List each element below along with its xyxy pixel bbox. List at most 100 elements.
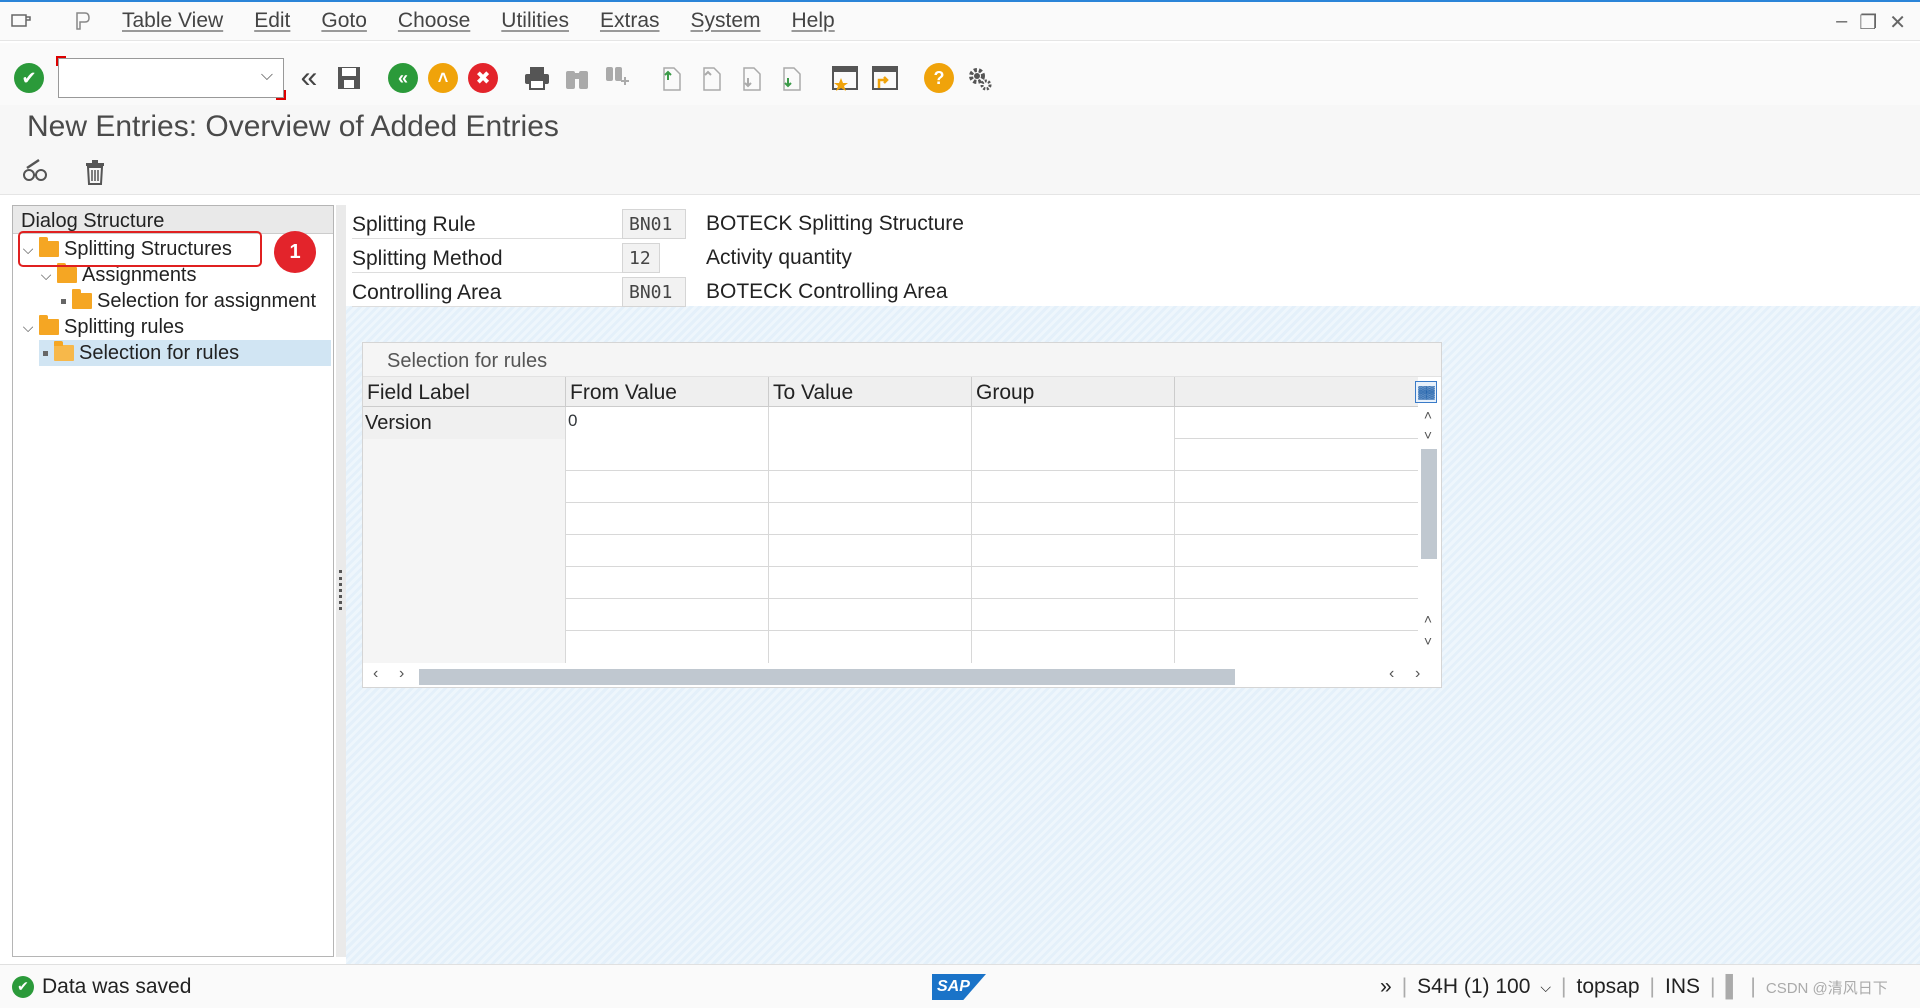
column-header-empty bbox=[1175, 377, 1418, 406]
next-page-button[interactable] bbox=[734, 61, 768, 95]
content-area: Splitting Rule BN01 BOTECK Splitting Str… bbox=[346, 196, 1920, 964]
folder-icon bbox=[57, 263, 77, 283]
scroll-up-icon[interactable]: ˄ bbox=[1419, 407, 1437, 423]
field-value[interactable]: 12 bbox=[622, 243, 660, 273]
vertical-scrollbar[interactable]: ˄ ˅ ˄ ˅ bbox=[1419, 407, 1437, 659]
field-row-splitting-method: Splitting Method 12 Activity quantity bbox=[352, 242, 852, 274]
scroll-down-icon[interactable]: ˅ bbox=[1419, 633, 1437, 649]
tree-leaf-bullet bbox=[43, 350, 48, 356]
cell-to-value-input[interactable] bbox=[769, 407, 972, 439]
enter-button[interactable]: ✔ bbox=[12, 61, 46, 95]
menu-item-help[interactable]: Help bbox=[792, 9, 835, 33]
exit-button[interactable]: ˄ bbox=[426, 61, 460, 95]
last-page-button[interactable] bbox=[774, 61, 808, 95]
double-chevron-right-icon[interactable]: » bbox=[1380, 975, 1392, 999]
column-header-group[interactable]: Group bbox=[972, 377, 1175, 406]
chevron-down-icon[interactable]: ⌵ bbox=[261, 67, 273, 85]
tree-item-selection-for-assignment[interactable]: Selection for assignment bbox=[57, 288, 316, 314]
binoculars-icon bbox=[566, 71, 588, 89]
column-header-from-value[interactable]: From Value bbox=[566, 377, 769, 406]
table-title: Selection for rules bbox=[363, 343, 1441, 377]
tree-item-label: Selection for rules bbox=[79, 341, 240, 364]
chevron-down-icon[interactable]: ⌵ bbox=[39, 267, 53, 284]
splitter-grip[interactable] bbox=[339, 570, 342, 610]
help-button[interactable]: ? bbox=[922, 61, 956, 95]
title-bar: New Entries: Overview of Added Entries bbox=[0, 105, 1920, 149]
window-controls: – ❐ ✕ bbox=[1836, 10, 1906, 35]
sap-logo: SAP bbox=[932, 974, 986, 1000]
cell-from-value-input[interactable]: 0 bbox=[566, 407, 769, 439]
panel-splitter[interactable] bbox=[336, 205, 346, 957]
menu-item-system[interactable]: System bbox=[691, 9, 761, 33]
chevron-down-icon[interactable]: ⌵ bbox=[21, 319, 35, 336]
status-bar: ✔ Data was saved SAP » | S4H (1) 100 ⌵ |… bbox=[0, 964, 1920, 1008]
first-page-button[interactable] bbox=[654, 61, 688, 95]
column-settings-button[interactable]: ▓▓ bbox=[1415, 381, 1437, 403]
host-name: topsap bbox=[1576, 975, 1640, 998]
back-button[interactable]: « bbox=[386, 61, 420, 95]
menu-item-goto[interactable]: Goto bbox=[321, 9, 367, 33]
field-value[interactable]: BN01 bbox=[622, 209, 686, 239]
standard-toolbar: ✔ ⌵ « « ˄ ✖ ? bbox=[0, 43, 1920, 113]
command-field[interactable]: ⌵ bbox=[56, 56, 286, 100]
menu-item-utilities[interactable]: Utilities bbox=[501, 9, 569, 33]
chevron-down-icon[interactable]: ⌵ bbox=[1540, 979, 1551, 996]
menu-icon[interactable] bbox=[10, 12, 32, 30]
command-input[interactable] bbox=[59, 59, 249, 95]
display-change-button[interactable] bbox=[18, 155, 52, 189]
customize-layout-button[interactable] bbox=[962, 61, 996, 95]
printer-icon bbox=[525, 67, 549, 90]
annotation-badge: 1 bbox=[274, 231, 316, 273]
close-icon[interactable]: ✕ bbox=[1889, 10, 1906, 35]
main-menu: Table View Edit Goto Choose Utilities Ex… bbox=[122, 9, 866, 33]
personalize-icon[interactable] bbox=[72, 12, 94, 30]
new-session-icon bbox=[832, 66, 858, 91]
save-button[interactable] bbox=[332, 61, 366, 95]
tree-leaf-bullet bbox=[61, 298, 66, 304]
field-description: Activity quantity bbox=[706, 246, 852, 269]
column-header-field-label[interactable]: Field Label bbox=[363, 377, 566, 406]
cell-group-input[interactable] bbox=[972, 407, 1175, 439]
field-value[interactable]: BN01 bbox=[622, 277, 686, 307]
menu-item-edit[interactable]: Edit bbox=[254, 9, 290, 33]
scroll-page-up-icon[interactable]: ˄ bbox=[1419, 611, 1437, 627]
status-message[interactable]: Data was saved bbox=[42, 975, 191, 999]
field-label: Splitting Method bbox=[352, 243, 622, 273]
menu-item-choose[interactable]: Choose bbox=[398, 9, 470, 33]
cancel-button[interactable]: ✖ bbox=[466, 61, 500, 95]
find-button[interactable] bbox=[560, 61, 594, 95]
vertical-scroll-thumb[interactable] bbox=[1421, 449, 1437, 559]
menu-item-table-view[interactable]: Table View bbox=[122, 9, 223, 33]
cancel-x-icon: ✖ bbox=[468, 63, 498, 93]
minimize-icon[interactable]: – bbox=[1836, 10, 1847, 35]
binoculars-plus-icon bbox=[606, 67, 629, 85]
field-row-controlling-area: Controlling Area BN01 BOTECK Controlling… bbox=[352, 276, 948, 308]
delete-button[interactable] bbox=[78, 155, 112, 189]
double-chevron-left-icon: « bbox=[300, 61, 318, 94]
scroll-right-icon[interactable]: › bbox=[1415, 665, 1420, 683]
menu-item-extras[interactable]: Extras bbox=[600, 9, 660, 33]
restore-icon[interactable]: ❐ bbox=[1859, 10, 1877, 35]
tree-item-selection-for-rules[interactable]: Selection for rules bbox=[39, 340, 331, 366]
shortcut-button[interactable] bbox=[868, 61, 902, 95]
print-button[interactable] bbox=[520, 61, 554, 95]
horizontal-scrollbar[interactable]: ‹ › ‹ › bbox=[363, 663, 1443, 687]
previous-page-button[interactable] bbox=[694, 61, 728, 95]
scroll-right-page-icon[interactable]: › bbox=[399, 665, 404, 683]
success-icon: ✔ bbox=[12, 975, 34, 998]
tree-item-splitting-rules[interactable]: ⌵ Splitting rules bbox=[21, 314, 184, 340]
trash-icon bbox=[86, 159, 104, 185]
scroll-left-page-icon[interactable]: ‹ bbox=[1389, 665, 1394, 683]
system-client[interactable]: S4H (1) 100 bbox=[1417, 975, 1530, 999]
scroll-page-down-icon[interactable]: ˅ bbox=[1419, 427, 1437, 443]
next-page-icon bbox=[743, 67, 761, 91]
horizontal-scroll-thumb[interactable] bbox=[419, 669, 1235, 685]
new-session-button[interactable] bbox=[828, 61, 862, 95]
scroll-left-icon[interactable]: ‹ bbox=[373, 665, 378, 683]
back-icon: « bbox=[388, 63, 418, 93]
column-header-to-value[interactable]: To Value bbox=[769, 377, 972, 406]
shortcut-icon bbox=[872, 66, 898, 90]
find-next-button[interactable] bbox=[600, 61, 634, 95]
collapse-toolbar-button[interactable]: « bbox=[292, 61, 326, 95]
insert-mode[interactable]: INS bbox=[1665, 975, 1700, 999]
